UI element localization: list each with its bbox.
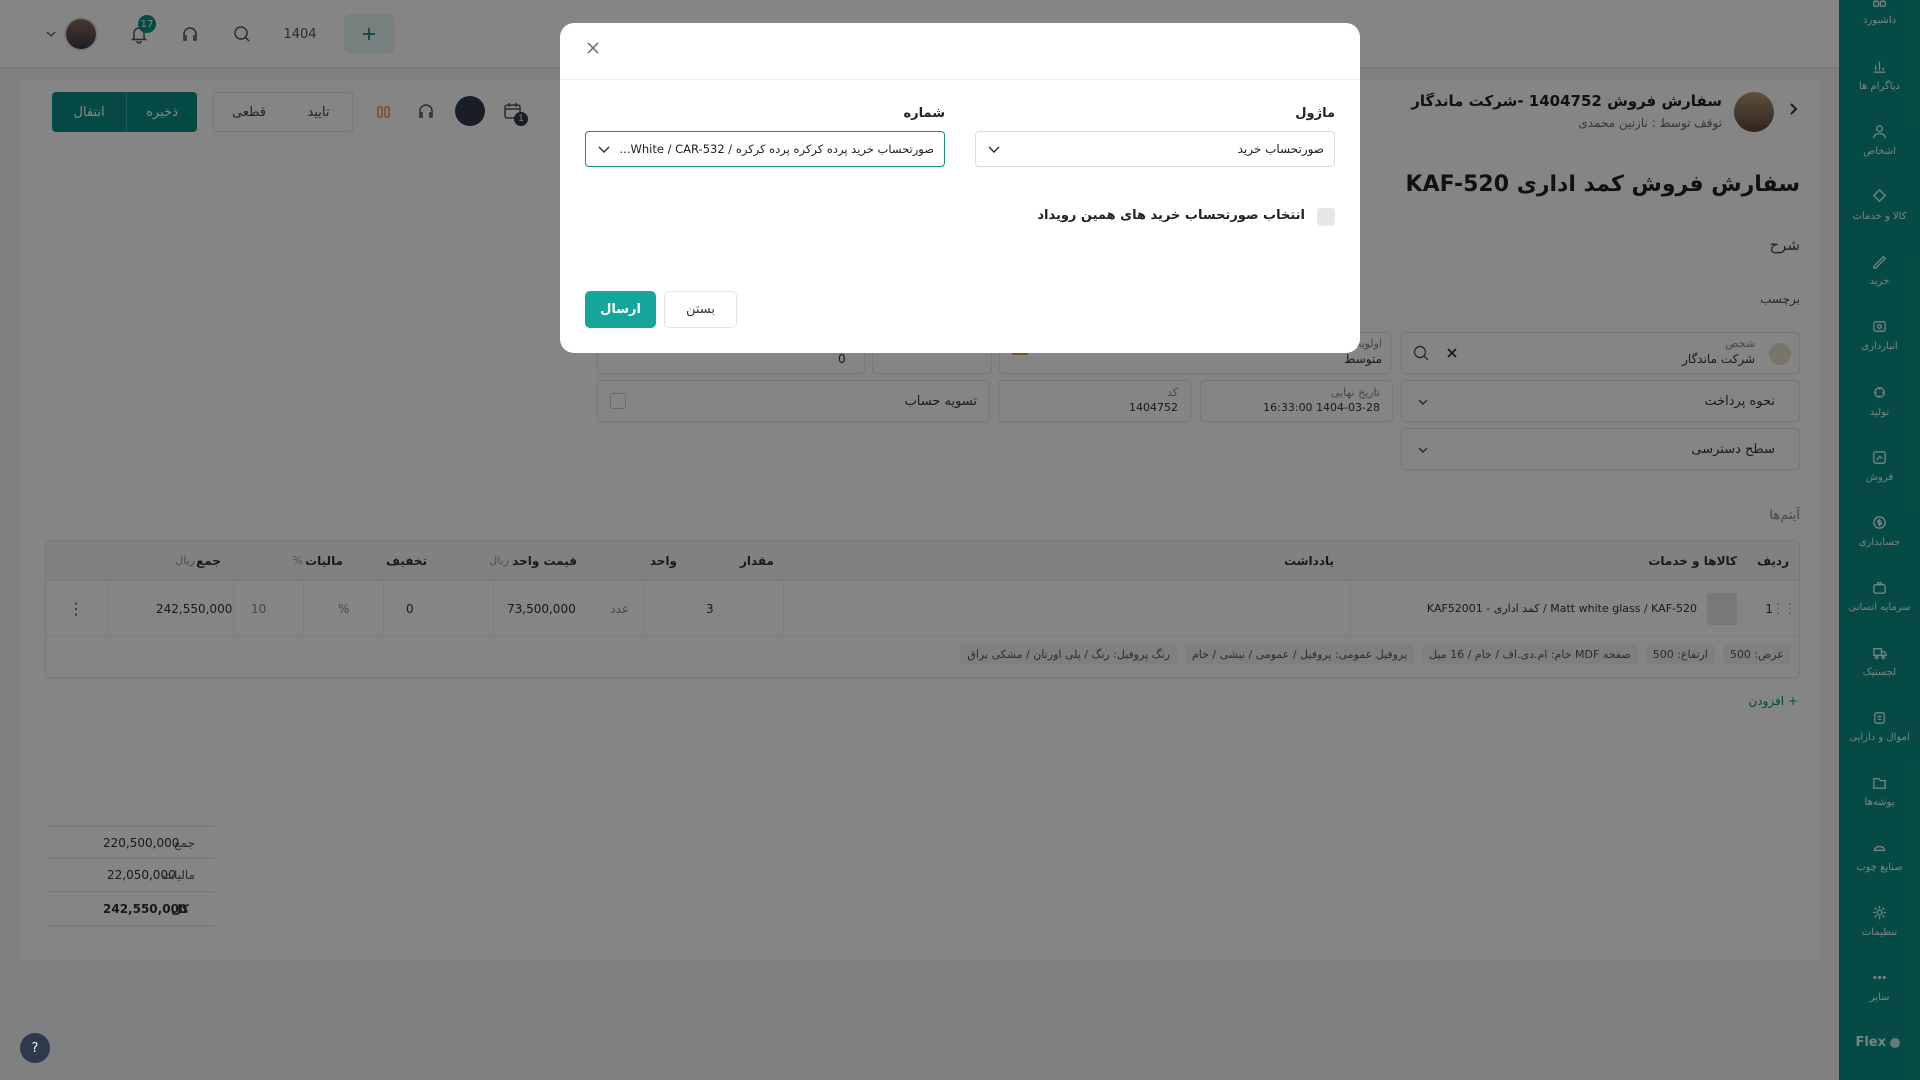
chevron-down-icon: [598, 146, 610, 154]
help-button[interactable]: ?: [20, 1033, 50, 1063]
close-icon[interactable]: [586, 41, 600, 55]
submit-button[interactable]: ارسال: [585, 291, 656, 328]
link-document-modal: ماژول صورتحساب خرید شماره صورتحساب خرید …: [560, 23, 1360, 353]
close-button[interactable]: بستن: [664, 291, 737, 328]
number-select[interactable]: صورتحساب خرید پرده کرکره پرده کرکره / Wh…: [585, 131, 945, 167]
modal-divider: [560, 79, 1360, 80]
number-label: شماره: [903, 106, 945, 121]
chevron-down-icon: [988, 146, 1000, 154]
same-event-checkbox[interactable]: [1317, 208, 1335, 226]
module-label: ماژول: [1295, 106, 1335, 121]
number-select-value: صورتحساب خرید پرده کرکره پرده کرکره / Wh…: [619, 142, 934, 156]
module-select[interactable]: صورتحساب خرید: [975, 131, 1335, 167]
module-select-value: صورتحساب خرید: [1237, 142, 1324, 156]
same-event-checkbox-label[interactable]: انتخاب صورتحساب خرید های همین رویداد: [1037, 208, 1305, 223]
